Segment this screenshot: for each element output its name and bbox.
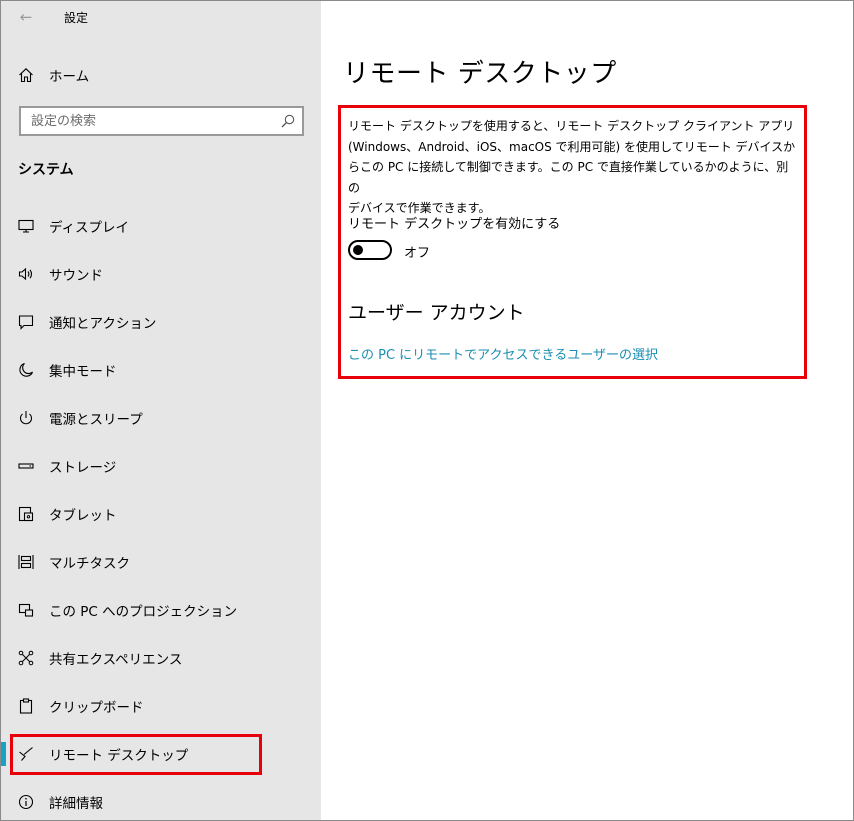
sidebar-item-remote-desktop[interactable]: リモート デスクトップ bbox=[1, 730, 321, 778]
sidebar-item-clipboard[interactable]: クリップボード bbox=[1, 682, 321, 730]
search-input[interactable] bbox=[21, 108, 280, 134]
home-icon bbox=[18, 67, 34, 83]
display-icon bbox=[18, 218, 34, 234]
sidebar-item-sound[interactable]: サウンド bbox=[1, 250, 321, 298]
sidebar-item-home[interactable]: ホーム bbox=[1, 57, 321, 93]
speaker-icon bbox=[18, 266, 34, 282]
search-icon[interactable] bbox=[280, 113, 296, 129]
toggle-state-text: オフ bbox=[404, 246, 431, 261]
sidebar-item-label: クリップボード bbox=[49, 700, 144, 716]
info-icon bbox=[18, 794, 34, 810]
sidebar-item-label: リモート デスクトップ bbox=[49, 748, 189, 764]
sidebar-item-label: 詳細情報 bbox=[49, 796, 103, 812]
sidebar-item-about[interactable]: 詳細情報 bbox=[1, 778, 321, 820]
app-title: 設定 bbox=[64, 11, 89, 25]
description-line: (Windows、Android、iOS、macOS で利用可能) を使用してリ… bbox=[348, 139, 796, 154]
clipboard-icon bbox=[18, 698, 34, 714]
sidebar-item-label: マルチタスク bbox=[49, 556, 130, 572]
sidebar-item-label: サウンド bbox=[49, 268, 103, 284]
sidebar: ← 設定 ホーム システム ディスプレイ bbox=[1, 1, 321, 820]
sidebar-item-label: ホーム bbox=[49, 69, 90, 85]
select-users-link[interactable]: この PC にリモートでアクセスできるユーザーの選択 bbox=[348, 344, 658, 363]
notification-icon bbox=[18, 314, 34, 330]
sidebar-item-focus[interactable]: 集中モード bbox=[1, 346, 321, 394]
user-accounts-heading: ユーザー アカウント bbox=[348, 302, 525, 324]
sidebar-item-label: ストレージ bbox=[49, 460, 117, 476]
highlight-frame-content: リモート デスクトップを使用すると、リモート デスクトップ クライアント アプリ… bbox=[338, 105, 807, 379]
sidebar-item-label: 通知とアクション bbox=[49, 316, 157, 332]
sidebar-nav: ディスプレイ サウンド 通知とアクション 集中モード 電源とスリープ ストレージ… bbox=[1, 202, 321, 820]
sidebar-item-power[interactable]: 電源とスリープ bbox=[1, 394, 321, 442]
settings-window: ← 設定 ホーム システム ディスプレイ bbox=[0, 0, 854, 821]
toggle-label: リモート デスクトップを有効にする bbox=[348, 217, 561, 232]
storage-icon bbox=[18, 458, 34, 474]
projection-icon bbox=[18, 602, 34, 618]
toggle-knob bbox=[353, 245, 363, 255]
share-icon bbox=[18, 650, 34, 666]
sidebar-item-projection[interactable]: この PC へのプロジェクション bbox=[1, 586, 321, 634]
multitask-icon bbox=[18, 554, 34, 570]
remote-desktop-icon bbox=[18, 746, 34, 762]
sidebar-item-display[interactable]: ディスプレイ bbox=[1, 202, 321, 250]
sidebar-item-notifications[interactable]: 通知とアクション bbox=[1, 298, 321, 346]
description-line: らこの PC に接続して制御できます。この PC で直接作業しているかのように、… bbox=[348, 160, 789, 195]
power-icon bbox=[18, 410, 34, 426]
back-button[interactable]: ← bbox=[11, 5, 41, 29]
sidebar-item-shared-experiences[interactable]: 共有エクスペリエンス bbox=[1, 634, 321, 682]
sidebar-item-label: 集中モード bbox=[49, 364, 117, 380]
sidebar-item-storage[interactable]: ストレージ bbox=[1, 442, 321, 490]
sidebar-item-label: ディスプレイ bbox=[49, 220, 130, 236]
sidebar-item-multitasking[interactable]: マルチタスク bbox=[1, 538, 321, 586]
moon-icon bbox=[18, 362, 34, 378]
tablet-icon bbox=[18, 506, 34, 522]
title-bar: ← 設定 bbox=[1, 1, 321, 35]
sidebar-item-label: 共有エクスペリエンス bbox=[49, 652, 183, 668]
main-content: リモート デスクトップ リモート デスクトップを使用すると、リモート デスクトッ… bbox=[321, 1, 853, 820]
section-title: システム bbox=[18, 162, 74, 178]
remote-desktop-toggle[interactable] bbox=[348, 240, 392, 260]
search-box[interactable] bbox=[19, 106, 304, 136]
sidebar-item-label: 電源とスリープ bbox=[49, 412, 143, 428]
sidebar-item-label: この PC へのプロジェクション bbox=[49, 604, 238, 620]
description-text: リモート デスクトップを使用すると、リモート デスクトップ クライアント アプリ… bbox=[348, 116, 798, 219]
description-line: リモート デスクトップを使用すると、リモート デスクトップ クライアント アプリ bbox=[348, 119, 795, 133]
sidebar-item-tablet[interactable]: タブレット bbox=[1, 490, 321, 538]
sidebar-item-label: タブレット bbox=[49, 508, 117, 524]
page-title: リモート デスクトップ bbox=[343, 59, 617, 89]
back-arrow-icon: ← bbox=[19, 8, 33, 26]
